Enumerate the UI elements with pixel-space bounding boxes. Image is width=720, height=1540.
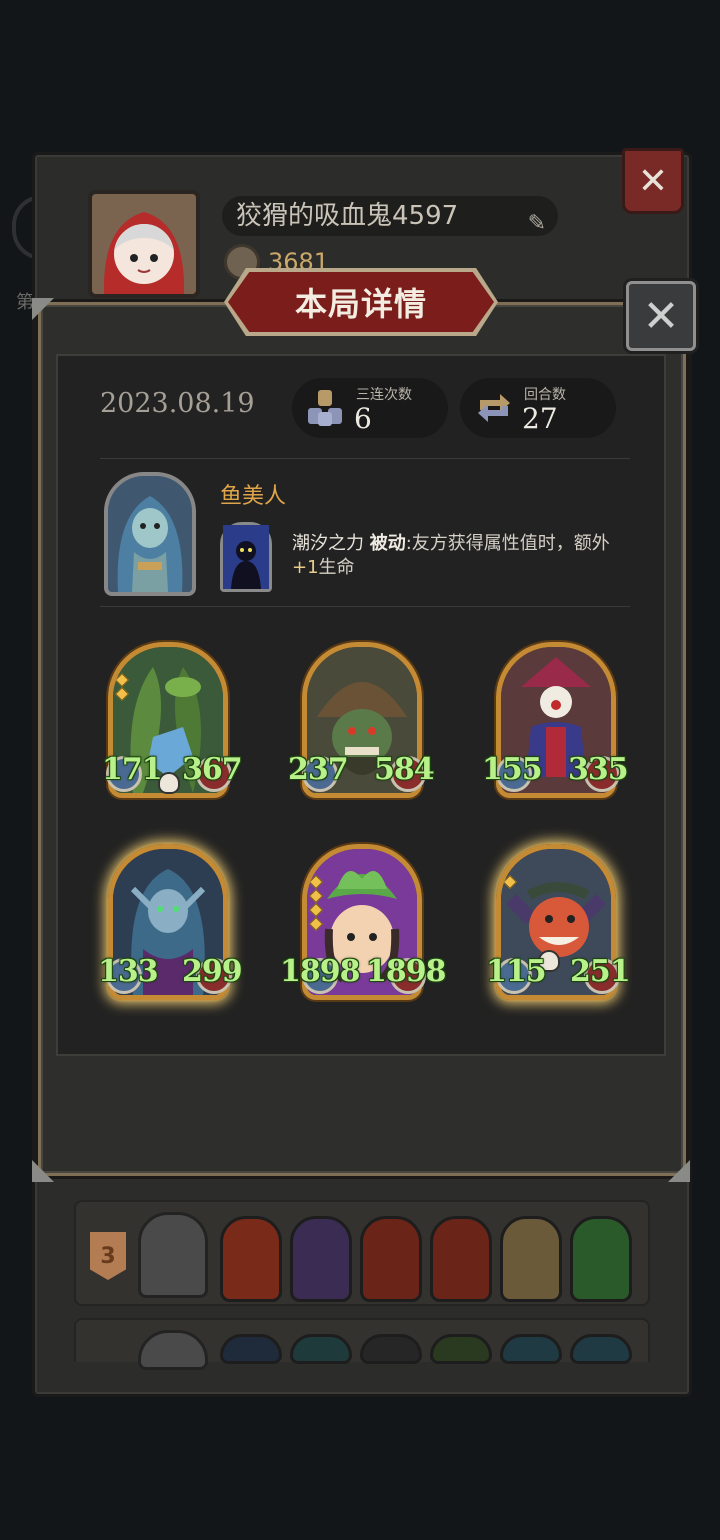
- title-banner: 本局详情: [228, 272, 494, 332]
- stat-value: 27: [522, 402, 558, 435]
- stat-value: 6: [354, 402, 372, 435]
- hero-portrait[interactable]: [104, 472, 196, 596]
- triple-count-stat: 三连次数 6: [292, 378, 448, 438]
- skill-description: 潮汐之力 被动:友方获得属性值时，额外 +1生命: [292, 532, 652, 580]
- row-unit-card: [360, 1334, 422, 1364]
- unit-attack: 155: [482, 752, 543, 787]
- divider: [100, 458, 630, 459]
- skill-name: 潮汐之力: [292, 533, 364, 554]
- stat-label: 回合数: [524, 387, 566, 403]
- skill-desc: :友方获得属性值时，额外: [405, 533, 610, 554]
- history-row[interactable]: [74, 1318, 650, 1370]
- row-unit-card: [500, 1334, 562, 1364]
- match-date: 2023.08.19: [100, 388, 255, 419]
- unit-attack: 115: [486, 954, 547, 989]
- skill-icon[interactable]: [220, 522, 272, 592]
- modal-close-button[interactable]: ✕: [626, 281, 696, 351]
- row-unit-card: [220, 1216, 282, 1302]
- row-unit-card: [360, 1216, 422, 1302]
- hero-name: 鱼美人: [220, 484, 287, 509]
- close-icon: ✕: [642, 290, 680, 342]
- rounds-cycle-icon: [478, 394, 510, 422]
- unit-attack: 237: [288, 752, 349, 787]
- modal-title: 本局详情: [294, 285, 427, 323]
- skill-type: 被动: [369, 533, 406, 554]
- row-unit-card: [430, 1334, 492, 1364]
- row-unit-card: [290, 1334, 352, 1364]
- tide-power-skill-icon: [223, 525, 269, 589]
- edit-pencil-icon[interactable]: ✎: [528, 204, 546, 244]
- skill-bonus: +1: [292, 557, 319, 578]
- row-unit-card: [500, 1216, 562, 1302]
- unit-health: 584: [374, 752, 435, 787]
- unit-attack: 133: [98, 954, 159, 989]
- unit-health: 335: [568, 752, 629, 787]
- unit-health: 251: [570, 954, 631, 989]
- profile-close-button[interactable]: ✕: [622, 148, 684, 214]
- row-hero-portrait: [138, 1330, 208, 1370]
- row-unit-card: [220, 1334, 282, 1364]
- row-unit-card: [430, 1216, 492, 1302]
- row-unit-card: [570, 1216, 632, 1302]
- mermaid-hero-icon: [108, 476, 192, 592]
- unit-attack: 1898: [280, 954, 360, 989]
- unit-attack: 171: [102, 752, 163, 787]
- unit-health: 299: [182, 954, 243, 989]
- avatar[interactable]: [88, 190, 200, 298]
- history-row[interactable]: 3: [74, 1200, 650, 1306]
- row-unit-card: [570, 1334, 632, 1364]
- rank-badge: 3: [90, 1232, 126, 1280]
- stat-label: 三连次数: [356, 387, 412, 403]
- skill-desc-suffix: 生命: [318, 557, 355, 578]
- row-unit-card: [290, 1216, 352, 1302]
- rounds-stat: 回合数 27: [460, 378, 616, 438]
- player-name-field[interactable]: 狡猾的吸血鬼4597 ✎: [222, 196, 558, 236]
- row-hero-portrait: [138, 1212, 208, 1298]
- unit-health: 367: [182, 752, 243, 787]
- red-hood-girl-avatar-icon: [92, 194, 196, 294]
- divider: [100, 606, 630, 607]
- close-icon: ✕: [637, 160, 669, 202]
- player-name: 狡猾的吸血鬼4597: [236, 201, 459, 231]
- unit-health: 1898: [366, 954, 446, 989]
- triple-merge-icon: [308, 390, 342, 426]
